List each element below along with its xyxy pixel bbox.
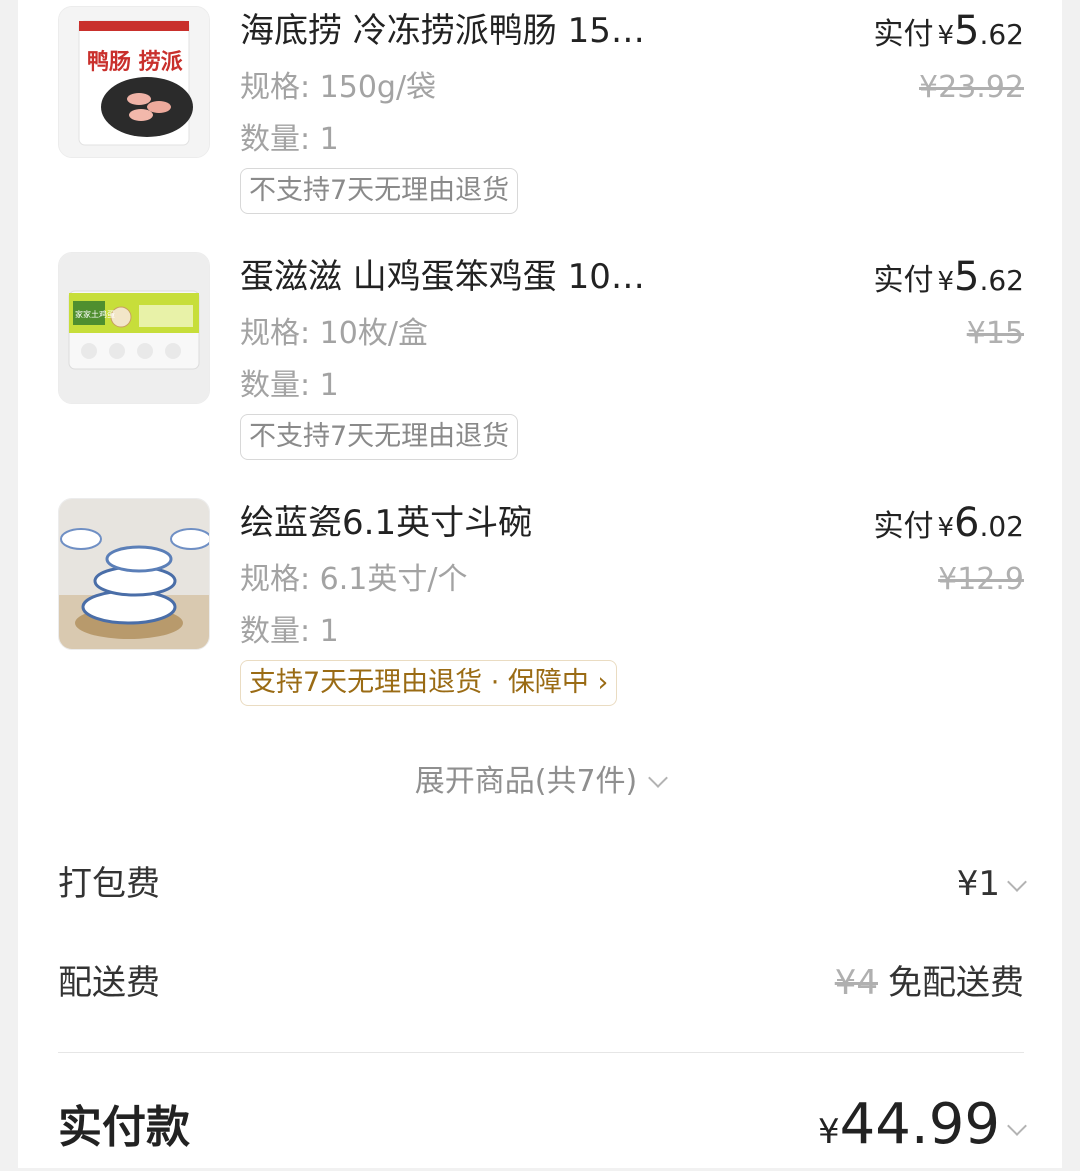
divider xyxy=(58,1052,1024,1053)
product-image-label: 鸭肠 捞派 xyxy=(87,49,183,75)
order-item[interactable]: 绘蓝瓷6.1英寸斗碗 规格: 6.1英寸/个 数量: 1 支持7天无理由退货 ·… xyxy=(58,492,1024,738)
product-quantity: 数量: 1 xyxy=(240,368,339,403)
original-price: ¥15 xyxy=(966,316,1024,351)
product-image-bowls[interactable] xyxy=(58,498,210,650)
chevron-down-icon xyxy=(648,768,669,788)
packing-fee-value: ¥1 xyxy=(956,854,1027,914)
total-amount-value: 44.99 xyxy=(839,1092,1000,1157)
paid-price-decimal: .02 xyxy=(979,510,1024,543)
original-price: ¥23.92 xyxy=(919,70,1024,105)
delivery-fee-row: 配送费 ¥4 免配送费 xyxy=(58,953,1024,1013)
paid-price: 实付 ¥5.62 xyxy=(873,252,1024,307)
order-item[interactable]: 家家土鸡蛋 蛋滋滋 山鸡蛋笨鸡蛋 10枚/盒 规格: 10枚/盒 数量: 1 不… xyxy=(58,246,1024,492)
delivery-fee-original: ¥4 xyxy=(834,963,878,1003)
packing-fee-label: 打包费 xyxy=(58,864,160,904)
product-spec: 规格: 150g/袋 xyxy=(240,70,437,105)
packing-fee-row[interactable]: 打包费 ¥1 xyxy=(58,854,1027,914)
product-image-label: 家家土鸡蛋 xyxy=(75,309,115,319)
expand-products-button[interactable]: 展开商品(共7件) xyxy=(18,760,1062,804)
return-policy-tag: 不支持7天无理由退货 xyxy=(240,414,519,460)
product-name[interactable]: 绘蓝瓷6.1英寸斗碗 xyxy=(240,498,650,548)
paid-price-integer: 5 xyxy=(954,8,980,54)
paid-label: 实付 xyxy=(873,17,934,52)
return-policy-tag-protected[interactable]: 支持7天无理由退货 · 保障中 › xyxy=(240,660,618,706)
delivery-fee-label: 配送费 xyxy=(58,963,160,1003)
currency-symbol: ¥ xyxy=(937,267,955,297)
chevron-down-icon xyxy=(1007,872,1027,892)
paid-price-decimal: .62 xyxy=(979,264,1024,297)
currency-symbol: ¥ xyxy=(937,21,955,51)
currency-symbol: ¥ xyxy=(818,1112,840,1152)
product-image-eggs[interactable]: 家家土鸡蛋 xyxy=(58,252,210,404)
paid-label: 实付 xyxy=(873,509,934,544)
chevron-down-icon xyxy=(1007,1116,1027,1136)
product-name[interactable]: 海底捞 冷冻捞派鸭肠 150g/袋 火锅食材 xyxy=(240,6,650,56)
free-delivery-text: 免配送费 xyxy=(888,963,1024,1003)
product-quantity: 数量: 1 xyxy=(240,122,339,157)
product-spec: 规格: 10枚/盒 xyxy=(240,316,428,351)
order-item[interactable]: 鸭肠 捞派 海底捞 冷冻捞派鸭肠 150g/袋 火锅食材 规格: 150g/袋 … xyxy=(58,0,1024,246)
delivery-fee-value: ¥4 免配送费 xyxy=(835,953,1024,1013)
paid-label: 实付 xyxy=(873,263,934,298)
paid-price: 实付 ¥6.02 xyxy=(873,498,1024,553)
total-paid-label: 实付款 xyxy=(58,1102,190,1153)
order-items-card: 鸭肠 捞派 海底捞 冷冻捞派鸭肠 150g/袋 火锅食材 规格: 150g/袋 … xyxy=(18,0,1062,1168)
return-policy-tag: 不支持7天无理由退货 xyxy=(240,168,519,214)
paid-price-integer: 5 xyxy=(954,254,980,300)
expand-products-label: 展开商品(共7件) xyxy=(414,764,638,799)
product-image-duck-intestine[interactable]: 鸭肠 捞派 xyxy=(58,6,210,158)
total-paid-amount[interactable]: ¥44.99 xyxy=(818,1092,1027,1171)
packing-fee-amount: ¥1 xyxy=(956,864,1000,904)
original-price: ¥12.9 xyxy=(938,562,1024,597)
product-name[interactable]: 蛋滋滋 山鸡蛋笨鸡蛋 10枚/盒 xyxy=(240,252,650,302)
paid-price: 实付 ¥5.62 xyxy=(873,6,1024,61)
currency-symbol: ¥ xyxy=(937,513,955,543)
product-spec: 规格: 6.1英寸/个 xyxy=(240,562,468,597)
paid-price-integer: 6 xyxy=(954,500,980,546)
product-quantity: 数量: 1 xyxy=(240,614,339,649)
paid-price-decimal: .62 xyxy=(979,18,1024,51)
